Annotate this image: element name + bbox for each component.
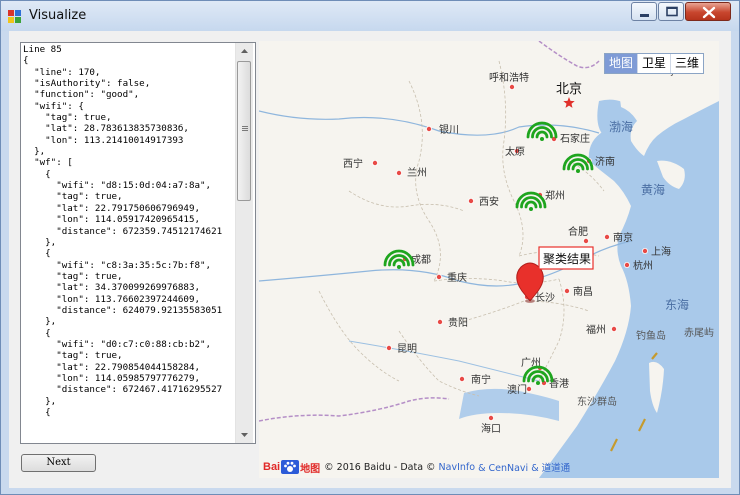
maximize-icon [666, 6, 678, 17]
tab-map[interactable]: 地图 [605, 54, 638, 73]
city-dot [435, 273, 442, 280]
app-window: Visualize Line 85 { "line": 170, "isAuth… [0, 0, 740, 495]
city-label-kunming: 昆明 [397, 343, 417, 355]
city-dot [582, 237, 589, 244]
capital-star-icon [563, 97, 575, 108]
cluster-result-label: 聚类结果 [538, 246, 594, 270]
city-label-xining: 西宁 [343, 157, 363, 170]
city-dot [436, 318, 443, 325]
city-dot [563, 287, 570, 294]
svg-text:聚类结果: 聚类结果 [543, 252, 591, 266]
map-copyright: © 2016 Baidu - Data © [324, 461, 436, 473]
city-label-shanghai: 上海 [651, 245, 671, 258]
city-label-beijing: 北京 [556, 82, 582, 97]
city-label-shijiazhuang: 石家庄 [560, 132, 590, 145]
city-dot [641, 247, 648, 254]
city-dot [487, 414, 494, 421]
tab-3d[interactable]: 三维 [670, 54, 703, 73]
json-text-area[interactable]: Line 85 { "line": 170, "isAuthority": fa… [20, 42, 256, 444]
city-label-fuzhou: 福州 [586, 323, 606, 336]
wifi-icon[interactable] [562, 153, 594, 173]
national-boundary [538, 41, 600, 69]
scroll-up-icon[interactable] [236, 43, 253, 60]
chiwei-label: 赤尾屿 [684, 327, 714, 339]
minimize-icon [640, 14, 649, 17]
wifi-icon[interactable] [526, 121, 558, 141]
minimize-button[interactable] [631, 2, 657, 21]
bohai-label: 渤海 [609, 119, 633, 134]
province-boundaries [318, 60, 605, 397]
city-label-zhengzhou: 郑州 [545, 189, 565, 202]
wifi-icon[interactable] [383, 249, 415, 269]
city-label-haikou: 海口 [481, 422, 501, 435]
city-label-jinan: 济南 [595, 155, 615, 168]
dongsha-label: 东沙群岛 [577, 395, 617, 408]
city-label-hohhot: 呼和浩特 [489, 72, 529, 84]
diaoyu-label: 钓鱼岛 [636, 329, 666, 342]
city-dot [610, 325, 617, 332]
title-bar: Visualize [1, 1, 739, 31]
city-label-nanjing: 南京 [613, 231, 633, 244]
window-title: Visualize [29, 8, 87, 23]
city-label-chongqing: 重庆 [447, 271, 467, 284]
city-dot [508, 84, 515, 91]
national-boundary [259, 397, 450, 422]
tab-satellite[interactable]: 卫星 [637, 54, 670, 73]
close-icon [702, 6, 716, 19]
app-icon [8, 10, 21, 23]
map-footer: Bai 地图 © 2016 Baidu - Data © NavInfo & C… [263, 459, 570, 475]
city-label-guiyang: 贵阳 [448, 316, 468, 329]
yellow-sea-label: 黄海 [641, 182, 665, 197]
city-dot [425, 126, 432, 133]
scroll-down-icon[interactable] [236, 426, 253, 443]
river [348, 340, 540, 382]
city-dot [525, 385, 532, 392]
city-dot [603, 233, 610, 240]
close-button[interactable] [685, 2, 731, 21]
client-area: Line 85 { "line": 170, "isAuthority": fa… [9, 31, 731, 488]
maximize-button[interactable] [658, 2, 684, 21]
map-canvas[interactable]: 北京呼和浩特银川西宁兰州太原石家庄济南郑州西安合肥南京上海杭州成都重庆长沙南昌贵… [259, 41, 719, 478]
map-type-tabs: 地图 卫星 三维 [604, 53, 705, 74]
city-label-xian: 西安 [479, 195, 499, 208]
vertical-scrollbar[interactable] [235, 43, 253, 443]
json-content: Line 85 { "line": 170, "isAuthority": fa… [23, 44, 223, 418]
city-dot [372, 160, 379, 167]
east-sea-label: 东海 [665, 297, 689, 312]
city-label-lanzhou: 兰州 [407, 166, 427, 179]
city-label-nanchang: 南昌 [573, 285, 593, 298]
city-label-nanning: 南宁 [471, 373, 491, 386]
city-label-aomen: 澳门 [507, 383, 527, 396]
city-label-taiyuan: 太原 [505, 145, 525, 158]
scrollbar-thumb[interactable] [237, 61, 251, 201]
wifi-icon[interactable] [515, 191, 547, 211]
city-label-hefei: 合肥 [568, 225, 588, 238]
paw-icon [281, 460, 300, 474]
city-dot [458, 375, 465, 382]
city-dot [623, 261, 630, 268]
next-button[interactable]: Next [21, 454, 96, 472]
cennavi-link[interactable]: & CenNavi & 道道通 [478, 460, 570, 474]
city-label-changsha: 长沙 [535, 292, 555, 304]
map-view[interactable]: 北京 呼和浩特 银川 西宁 兰州 太原 石家庄 济南 郑州 西安 合肥 南京 上海 杭州 成都 重庆 长沙 南昌贵… [259, 41, 719, 478]
navinfo-link[interactable]: NavInfo [439, 462, 476, 473]
baidu-logo[interactable]: Bai 地图 [263, 460, 320, 475]
city-dot [395, 169, 402, 176]
city-label-yinchuan: 银川 [439, 123, 459, 136]
city-dot [386, 344, 393, 351]
city-dot [467, 197, 474, 204]
city-label-hangzhou: 杭州 [633, 259, 653, 272]
